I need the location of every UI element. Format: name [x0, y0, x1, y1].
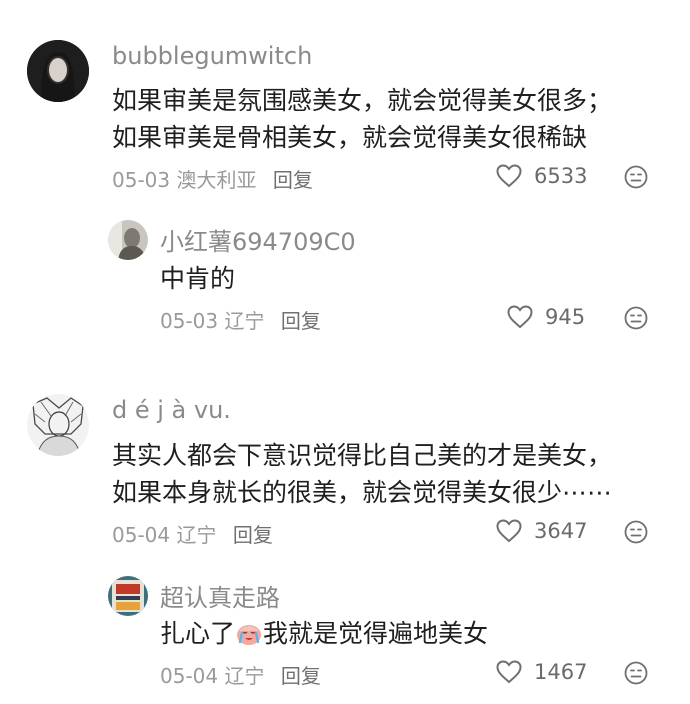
like-button[interactable]: 3647 [496, 519, 587, 543]
like-count: 6533 [534, 164, 588, 188]
reply-button[interactable]: 回复 [281, 309, 321, 333]
comment-location: 辽宁 [176, 523, 217, 547]
like-button[interactable]: 945 [507, 305, 585, 329]
avatar-image [108, 576, 148, 616]
heart-icon [496, 660, 522, 684]
comment-username[interactable]: 小红薯694709C0 [160, 222, 356, 257]
comment-text[interactable]: 其实人都会下意识觉得比自己美的才是美女， 如果本身就长的很美，就会觉得美女很少⋯… [112, 437, 612, 511]
like-count: 945 [545, 305, 586, 329]
comment-location: 辽宁 [224, 309, 265, 333]
like-count: 3647 [534, 519, 588, 543]
comment-username[interactable]: 超认真走路 [160, 578, 280, 613]
heart-icon [496, 519, 522, 543]
comment-meta: 05-03 澳大利亚 回复 [112, 164, 313, 193]
comment-username[interactable]: bubblegumwitch [112, 42, 312, 70]
emoji-reaction-icon[interactable] [624, 165, 648, 189]
comment-date: 05-04 [160, 664, 219, 688]
avatar-image [27, 40, 89, 102]
reply-button[interactable]: 回复 [233, 523, 273, 547]
comment-date: 05-04 [112, 523, 171, 547]
avatar[interactable] [108, 220, 148, 260]
like-count: 1467 [534, 660, 588, 684]
comment-meta: 05-03 辽宁 回复 [160, 305, 321, 334]
emoji-reaction-icon[interactable] [624, 520, 648, 544]
avatar-image [27, 394, 89, 456]
like-button[interactable]: 6533 [496, 164, 587, 188]
emoji-reaction-icon[interactable] [624, 306, 648, 330]
comment-location: 澳大利亚 [176, 168, 257, 192]
heart-icon [507, 305, 533, 329]
comment-date: 05-03 [160, 309, 219, 333]
reply-button[interactable]: 回复 [281, 664, 321, 688]
emoji-reaction-icon[interactable] [624, 661, 648, 685]
comment-text[interactable]: 扎心了 我就是觉得遍地美女 [160, 615, 488, 652]
comment-text-line: 其实人都会下意识觉得比自己美的才是美女， [112, 441, 613, 470]
comment-location: 辽宁 [224, 664, 265, 688]
avatar[interactable] [27, 40, 89, 102]
avatar[interactable] [27, 394, 89, 456]
comment-meta: 05-04 辽宁 回复 [112, 519, 273, 548]
comment-meta: 05-04 辽宁 回复 [160, 660, 321, 689]
comment-text-line: 如果审美是骨相美女，就会觉得美女很稀缺 [112, 123, 588, 152]
heart-icon [496, 164, 522, 188]
crying-face-icon [237, 625, 262, 645]
comment-text-part: 我就是觉得遍地美女 [263, 619, 489, 648]
comment-text-part: 扎心了 [160, 619, 236, 648]
comment-text-line: 如果审美是氛围感美女，就会觉得美女很多； [112, 86, 613, 115]
comment-text-line: 如果本身就长的很美，就会觉得美女很少⋯⋯ [112, 478, 613, 507]
comment-date: 05-03 [112, 168, 171, 192]
comment-text[interactable]: 如果审美是氛围感美女，就会觉得美女很多； 如果审美是骨相美女，就会觉得美女很稀缺 [112, 82, 612, 156]
reply-button[interactable]: 回复 [273, 168, 313, 192]
avatar-image [108, 220, 148, 260]
avatar[interactable] [108, 576, 148, 616]
comment-username[interactable]: d é j à vu. [112, 396, 231, 424]
like-button[interactable]: 1467 [496, 660, 587, 684]
comment-text[interactable]: 中肯的 [160, 260, 235, 297]
